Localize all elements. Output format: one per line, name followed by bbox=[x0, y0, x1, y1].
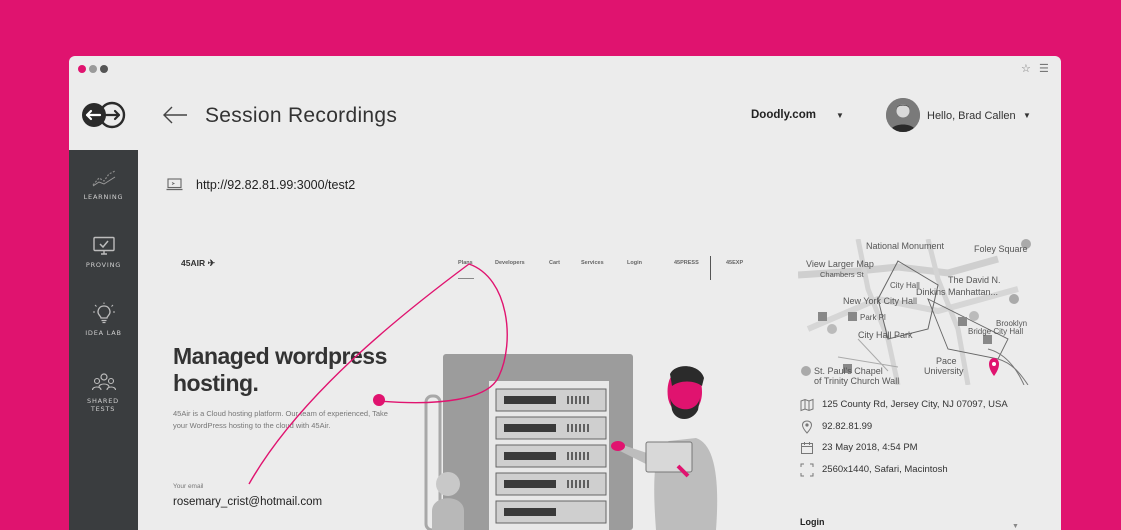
back-arrow-icon[interactable] bbox=[162, 105, 188, 125]
nav-divider bbox=[710, 256, 711, 280]
avatar[interactable] bbox=[886, 98, 920, 132]
address-text: 125 County Rd, Jersey City, NJ 07097, US… bbox=[822, 399, 1008, 410]
sidebar-item-learning[interactable]: LEARNING bbox=[69, 168, 138, 201]
sidebar-item-idea-lab[interactable]: IDEA LAB bbox=[69, 302, 138, 337]
recorded-hero-title: Managed wordpress hosting. bbox=[173, 343, 387, 396]
user-greeting: Hello, Brad Callen bbox=[927, 110, 1016, 122]
users-icon bbox=[91, 373, 116, 391]
recorded-email-value: rosemary_crist@hotmail.com bbox=[173, 496, 323, 508]
recorded-site-logo: 45AIR ✈ bbox=[181, 257, 215, 269]
page-title: Session Recordings bbox=[205, 104, 398, 127]
recorded-nav-developers: Developers bbox=[495, 260, 525, 266]
sidebar-item-label: IDEA LAB bbox=[85, 329, 122, 337]
monitor-check-icon bbox=[92, 236, 115, 255]
screen-size-icon bbox=[800, 463, 814, 477]
recorded-nav-45press: 45PRESS bbox=[674, 260, 699, 266]
session-url[interactable]: http://92.82.81.99:3000/test2 bbox=[196, 178, 355, 193]
site-dropdown[interactable]: Doodly.com bbox=[751, 108, 816, 122]
location-map[interactable]: National Monument Foley Square View Larg… bbox=[797, 238, 1038, 386]
sidebar-item-label: SHARED TESTS bbox=[87, 397, 119, 413]
user-photo-icon bbox=[886, 98, 920, 132]
app-logo-icon[interactable] bbox=[79, 100, 127, 130]
recorded-hero-description: 45Air is a Cloud hosting platform. Our t… bbox=[173, 409, 388, 430]
window-titlebar: ☆ ☰ bbox=[69, 56, 1061, 82]
recorded-nav-45exp: 45EXP bbox=[726, 260, 744, 266]
hamburger-icon[interactable]: ☰ bbox=[1039, 62, 1049, 76]
recorded-nav-login: Login bbox=[627, 260, 642, 266]
map-label: Park Pl bbox=[860, 313, 886, 322]
app-window: ☆ ☰ LEARNING PROVING IDEA LAB SHARED TES… bbox=[69, 56, 1061, 530]
map-pin-icon bbox=[989, 358, 999, 376]
map-label: New York City Hall bbox=[843, 296, 918, 306]
close-dot[interactable] bbox=[78, 65, 86, 73]
sidebar-item-proving[interactable]: PROVING bbox=[69, 236, 138, 269]
map-icon bbox=[800, 398, 814, 412]
sidebar-item-shared-tests[interactable]: SHARED TESTS bbox=[69, 372, 138, 413]
login-event-label: Login bbox=[800, 517, 825, 527]
map-label: The David N. bbox=[948, 275, 1001, 285]
ip-text: 92.82.81.99 bbox=[822, 421, 873, 432]
map-label: of Trinity Church Wall bbox=[814, 376, 900, 386]
star-icon[interactable]: ☆ bbox=[1021, 62, 1031, 76]
site-logo-text: 45AIR bbox=[181, 258, 206, 268]
recorded-email-label: Your email bbox=[173, 483, 204, 490]
chevron-down-icon[interactable]: ▼ bbox=[836, 111, 844, 121]
map-label: St. Paul's Chapel bbox=[814, 366, 883, 376]
map-label: National Monument bbox=[866, 241, 945, 251]
map-label: City Hall bbox=[890, 281, 920, 290]
recorded-nav-plans: Plans bbox=[458, 260, 473, 266]
server-rack-units bbox=[495, 388, 607, 524]
recorded-nav-services: Services bbox=[581, 260, 604, 266]
laptop-icon bbox=[166, 178, 183, 191]
minimize-dot[interactable] bbox=[89, 65, 97, 73]
sidebar-item-label: LEARNING bbox=[83, 193, 124, 201]
active-nav-underline bbox=[458, 278, 474, 279]
datetime-text: 23 May 2018, 4:54 PM bbox=[822, 442, 918, 453]
map-label: Foley Square bbox=[974, 244, 1028, 254]
chevron-down-icon[interactable]: ▼ bbox=[1023, 111, 1031, 121]
map-label: Chambers St bbox=[820, 270, 864, 279]
map-label: Dinkins Manhattan... bbox=[916, 287, 999, 297]
server-illustration bbox=[424, 354, 718, 530]
chevron-down-icon[interactable]: ▼ bbox=[1012, 522, 1019, 530]
map-label: Bridge City Hall bbox=[968, 327, 1024, 336]
maximize-dot[interactable] bbox=[100, 65, 108, 73]
sidebar-item-label: PROVING bbox=[85, 261, 122, 269]
recorded-nav-cart: Cart bbox=[549, 260, 561, 266]
bird-icon: ✈ bbox=[205, 258, 216, 268]
sidebar: LEARNING PROVING IDEA LAB SHARED TESTS bbox=[69, 150, 138, 530]
location-pin-icon bbox=[801, 420, 813, 434]
device-text: 2560x1440, Safari, Macintosh bbox=[822, 464, 948, 475]
map-label: Pace bbox=[936, 356, 957, 366]
map-label: University bbox=[924, 366, 964, 376]
calendar-icon bbox=[801, 442, 813, 454]
chart-icon bbox=[92, 170, 115, 187]
lightbulb-icon bbox=[92, 302, 115, 324]
map-link-view-larger[interactable]: View Larger Map bbox=[806, 259, 874, 269]
map-label: City Hall Park bbox=[858, 330, 913, 340]
